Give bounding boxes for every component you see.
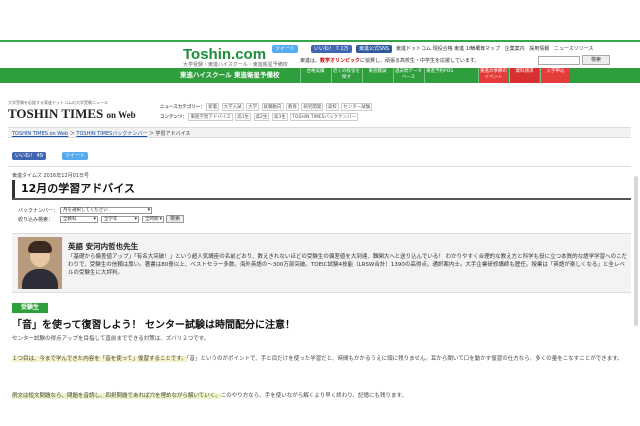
- article-paragraph-2: １つ目は、今まで学んできた内容を「音を使って」復習することです。「音」というのが…: [12, 355, 627, 364]
- category-label: ニュースカテゴリー：: [160, 105, 205, 110]
- contents-nav: コンテンツ： 東進学習アドバイス 高1生 高2生 高3生 TOSHIN TIME…: [160, 113, 359, 121]
- para3-highlight: 例文は短文問題なら、問題を音読し、四択問題であれば穴を埋めながら解いていく。: [12, 393, 221, 399]
- nav-results[interactable]: 合格実績: [300, 68, 330, 83]
- nav-brand[interactable]: 東進ハイスクール 東進衛星予備校: [180, 68, 279, 83]
- header-tweet-button[interactable]: ツイート: [272, 45, 299, 53]
- promo-text: 東進は、数学オリンピックに協賛し、頑張る高校生・中学生を応援しています。: [300, 57, 479, 64]
- para3-rest: このやり方なら、手を使いながら解くより早く終わり、記憶にも残ります。: [220, 393, 407, 399]
- news-category-nav: ニュースカテゴリー： 新着 大学入試 大学 就職動向 教育 研究開発 高校 セン…: [160, 103, 373, 111]
- cat-education[interactable]: 教育: [285, 103, 299, 111]
- backnumber-label: バックナンバー：: [18, 208, 59, 214]
- company-link[interactable]: 企業案内: [505, 46, 525, 52]
- toshin-logo-subtitle: 大学受験・東進ハイスクール・東進衛星予備校: [183, 62, 288, 68]
- article-like-button[interactable]: いいね！ 49: [12, 152, 46, 160]
- teacher-description: 「基礎から偏差値アップ」「有名大突破！」という超人気講座の名前どおり、数えきれな…: [68, 254, 628, 276]
- content-grade3[interactable]: 高3生: [271, 113, 288, 121]
- times-logo-text: TOSHIN TIMES: [8, 106, 104, 121]
- teacher-name: 英語 安河内哲也先生: [68, 242, 139, 251]
- para2-highlight: １つ目は、今まで学んできた内容を「音を使って」復習することです。: [12, 356, 187, 362]
- header-links: サイトマップ 企業案内 採用情報 ニュースリリース: [470, 45, 596, 52]
- article-paragraph-1: センター試験の得点アップを目指して直前までできる対策は、ズバリ２つです。: [12, 336, 210, 342]
- times-logo-small: on Web: [106, 110, 136, 120]
- subject-select[interactable]: 全教科: [60, 216, 98, 223]
- page-title: 12月の学習アドバイス: [12, 180, 631, 200]
- recruit-link[interactable]: 採用情報: [529, 46, 549, 52]
- nav-request-materials[interactable]: 資料請求: [509, 68, 539, 83]
- article-tweet-button[interactable]: ツイート: [62, 152, 89, 160]
- article-heading: 「音」を使って復習しよう！ センター試験は時間配分に注意！: [12, 320, 295, 331]
- grade-select[interactable]: 全学年: [101, 216, 139, 223]
- share-divider: [8, 166, 631, 167]
- cat-employment[interactable]: 就職動向: [261, 103, 284, 111]
- article-paragraph-3: 例文は短文問題なら、問題を音読し、四択問題であれば穴を埋めながら解いていく。この…: [12, 392, 627, 401]
- target-badge: 受験生: [12, 303, 48, 313]
- cat-university[interactable]: 大学: [246, 103, 260, 111]
- breadcrumb-current: 学習アドバイス: [155, 131, 191, 137]
- breadcrumb-backnumber[interactable]: TOSHIN TIMESバックナンバー: [76, 131, 147, 137]
- nav-apply[interactable]: 入学申込: [540, 68, 570, 83]
- nav-find-school[interactable]: 近くの校舎を探す: [331, 68, 361, 83]
- cat-research[interactable]: 研究開発: [301, 103, 324, 111]
- nav-booking[interactable]: 東進予約POS: [424, 68, 454, 83]
- math-olympiad-link[interactable]: 数学オリンピック: [320, 58, 360, 64]
- article-date: 東進タイムズ 2016年12月01日号: [12, 173, 89, 179]
- toshin-times-logo[interactable]: TOSHIN TIMES on Web: [8, 106, 136, 122]
- period-select[interactable]: 全時期: [142, 216, 164, 223]
- header-accent-line: [0, 40, 640, 42]
- nav-mock-exam[interactable]: 東進模試: [362, 68, 392, 83]
- official-sns-button[interactable]: 東進公式SNS: [356, 45, 393, 53]
- cat-admission[interactable]: 大学入試: [221, 103, 244, 111]
- para2-rest: 「音」というのがポイントで、手と目だけを使った学習だと、時間もかかるうえに頭に残…: [186, 356, 623, 362]
- breadcrumb-home[interactable]: TOSHIN TIMES on Web: [12, 131, 68, 137]
- site-search-button[interactable]: 検索: [582, 55, 610, 65]
- promo-post: に協賛し、頑張る高校生・中学生を応援しています。: [360, 58, 480, 64]
- promo-pre: 東進は、: [300, 58, 321, 64]
- site-search-input[interactable]: [538, 56, 580, 65]
- cat-center-exam[interactable]: センター試験: [341, 103, 373, 111]
- breadcrumb-sep: ＞: [148, 131, 154, 137]
- page-title-text: 12月の学習アドバイス: [12, 180, 631, 198]
- sitemap-link[interactable]: サイトマップ: [470, 46, 500, 52]
- nav-past-exams[interactable]: 過去問データベース: [393, 68, 423, 83]
- breadcrumb-sep: ＞: [69, 131, 75, 137]
- content-advice[interactable]: 東進学習アドバイス: [188, 113, 233, 121]
- news-release-link[interactable]: ニュースリリース: [554, 46, 594, 52]
- header-like-button[interactable]: いいね！ 7.1万: [311, 45, 352, 53]
- content-grade2[interactable]: 高2生: [253, 113, 270, 121]
- filter-search-button[interactable]: 検索: [166, 215, 184, 223]
- backnumber-select[interactable]: 月を選択してください: [60, 207, 152, 214]
- top-strip: [0, 0, 640, 40]
- contents-label: コンテンツ：: [160, 115, 187, 120]
- cat-new[interactable]: 新着: [206, 103, 220, 111]
- teacher-avatar: [18, 237, 62, 289]
- content-backnumber[interactable]: TOSHIN TIMESバックナンバー: [290, 113, 358, 121]
- content-grade1[interactable]: 高1生: [235, 113, 252, 121]
- nav-events[interactable]: 東進の季節のイベント: [478, 68, 508, 83]
- cat-highschool[interactable]: 高校: [325, 103, 339, 111]
- page-scrollbar-thumb[interactable]: [634, 176, 638, 326]
- breadcrumb: TOSHIN TIMES on Web ＞ TOSHIN TIMESバックナンバ…: [12, 130, 190, 137]
- narrow-search-label: 絞り込み検索：: [18, 217, 54, 223]
